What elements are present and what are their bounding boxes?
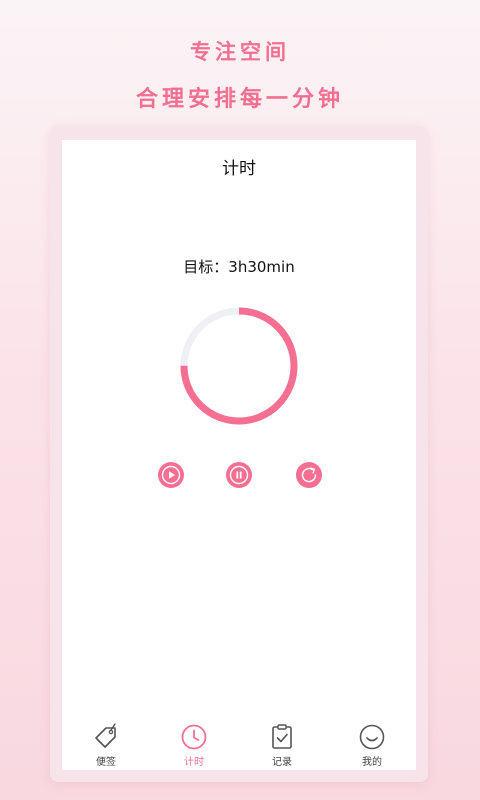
reset-button[interactable] bbox=[296, 462, 322, 488]
timer-controls bbox=[62, 462, 416, 488]
smile-icon bbox=[359, 724, 385, 750]
clock-icon bbox=[181, 724, 207, 750]
refresh-icon bbox=[301, 467, 317, 483]
pause-button[interactable] bbox=[226, 462, 252, 488]
play-icon bbox=[161, 465, 181, 485]
bottom-tab-bar: 便签 计时 记录 我的 bbox=[62, 722, 416, 770]
app-screen: 计时 目标：3h30min 便签 计时 记录 我的 bbox=[62, 140, 416, 770]
tab-mine[interactable]: 我的 bbox=[342, 722, 402, 770]
tag-icon bbox=[95, 723, 116, 748]
phone-frame: 计时 目标：3h30min 便签 计时 记录 我的 bbox=[50, 126, 428, 782]
play-button[interactable] bbox=[158, 462, 184, 488]
pause-icon bbox=[229, 465, 249, 485]
tab-timer-label: 计时 bbox=[184, 757, 204, 768]
tab-mine-label: 我的 bbox=[362, 757, 382, 768]
tab-records-label: 记录 bbox=[272, 757, 292, 768]
promo-title: 专注空间 bbox=[190, 40, 290, 64]
promo-subtitle: 合理安排每一分钟 bbox=[135, 87, 344, 112]
clipboard-check-icon bbox=[272, 724, 292, 749]
goal-label: 目标：3h30min bbox=[183, 258, 295, 276]
tab-timer[interactable]: 计时 bbox=[164, 722, 224, 770]
progress-ring bbox=[180, 307, 298, 425]
tab-notes-label: 便签 bbox=[96, 757, 116, 768]
tab-records[interactable]: 记录 bbox=[252, 722, 312, 770]
page-title: 计时 bbox=[222, 159, 256, 179]
tab-notes[interactable]: 便签 bbox=[76, 722, 136, 770]
